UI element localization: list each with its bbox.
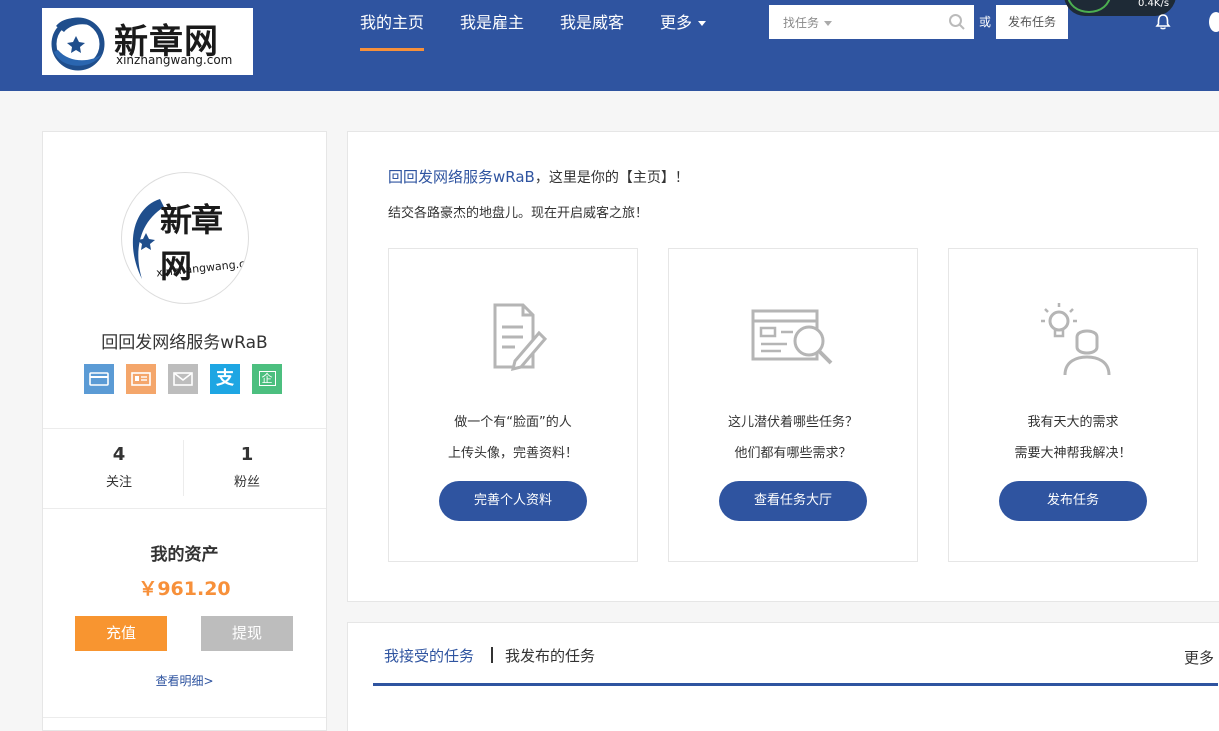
divider (43, 717, 326, 718)
nav-my-home[interactable]: 我的主页 (360, 13, 424, 33)
complete-profile-button[interactable]: 完善个人资料 (439, 481, 587, 521)
task-panel: 我接受的任务 我发布的任务 更多 (347, 622, 1219, 731)
business-license-icon[interactable]: 企 (252, 364, 282, 394)
chevron-down-icon (824, 21, 833, 26)
stat-following-label: 关注 (105, 475, 132, 490)
dragon-logo-icon (51, 17, 105, 71)
feature-card-post: 我有天大的需求 需要大神帮我解决！ 发布任务 (948, 248, 1198, 562)
view-details-link[interactable]: 查看明细> (43, 672, 326, 689)
avatar[interactable]: 新章网 xinzhangwang.com (121, 172, 249, 304)
stat-following-value: 4 (112, 444, 126, 465)
alipay-icon[interactable]: 支 (210, 364, 240, 394)
search-type-select[interactable]: 找任务 (783, 14, 833, 31)
feature-line2: 他们都有哪些需求？ (734, 446, 852, 461)
logo-domain: xinzhangwang.com (116, 53, 233, 67)
withdraw-button[interactable]: 提现 (201, 616, 293, 651)
divider (43, 428, 326, 429)
post-task-button[interactable]: 发布任务 (996, 5, 1068, 39)
stat-following[interactable]: 4 关注 (49, 444, 189, 490)
welcome-panel: 回回发网络服务wRaB，这里是你的【主页】！ 结交各路豪杰的地盘儿。现在开启威客… (347, 131, 1219, 602)
task-search-icon (751, 309, 833, 365)
nav-more[interactable]: 更多 (660, 13, 707, 33)
divider (43, 508, 326, 509)
feature-line1: 我有天大的需求 (1027, 415, 1119, 430)
welcome-username[interactable]: 回回发网络服务wRaB (388, 168, 535, 186)
top-header: 新章网 xinzhangwang.com 我的主页 我是雇主 我是威客 更多 找… (0, 0, 1219, 91)
search-input[interactable]: 找任务 (769, 5, 974, 39)
search-icon[interactable] (948, 13, 966, 31)
assets-amount: ￥961.20 (138, 578, 231, 600)
tab-accepted-tasks[interactable]: 我接受的任务 (384, 645, 474, 666)
feature-card-profile: 做一个有“脸面”的人 上传头像，完善资料！ 完善个人资料 (388, 248, 638, 562)
more-link[interactable]: 更多 (1184, 647, 1214, 668)
feature-line2: 上传头像，完善资料！ (447, 446, 578, 461)
tab-posted-tasks[interactable]: 我发布的任务 (505, 645, 595, 666)
feature-line1: 这儿潜伏着哪些任务？ (727, 415, 858, 430)
nav-freelancer[interactable]: 我是威客 (560, 13, 624, 33)
bank-card-icon[interactable] (84, 364, 114, 394)
feature-line1: 做一个有“脸面”的人 (454, 415, 572, 430)
stat-followers-value: 1 (240, 444, 254, 465)
user-avatar-partial[interactable] (1209, 12, 1219, 32)
tab-underline (373, 683, 1218, 686)
idea-person-icon (1041, 303, 1111, 376)
auth-icons: 支 企 (84, 364, 284, 394)
stat-followers-label: 粉丝 (233, 475, 260, 490)
welcome-line: 回回发网络服务wRaB，这里是你的【主页】！ (388, 166, 689, 187)
feature-line2: 需要大神帮我解决！ (1014, 446, 1132, 461)
document-edit-icon (493, 303, 548, 372)
post-task-button[interactable]: 发布任务 (999, 481, 1147, 521)
assets-title: 我的资产 (150, 545, 219, 565)
nav-active-indicator (360, 48, 424, 51)
or-label: 或 (979, 15, 992, 29)
search-type-label: 找任务 (783, 16, 820, 30)
profile-username: 回回发网络服务wRaB (101, 333, 268, 353)
nav-more-label: 更多 (660, 13, 693, 32)
view-task-hall-button[interactable]: 查看任务大厅 (719, 481, 867, 521)
speed-gauge (1067, 0, 1111, 13)
business-license-glyph: 企 (258, 371, 276, 386)
chevron-down-icon (698, 21, 707, 26)
profile-card: 新章网 xinzhangwang.com 回回发网络服务wRaB 支 企 4 关… (42, 131, 327, 731)
email-icon[interactable] (168, 364, 198, 394)
welcome-suffix: ，这里是你的【主页】！ (534, 170, 689, 186)
recharge-button[interactable]: 充值 (75, 616, 167, 651)
tab-separator (491, 647, 493, 663)
feature-card-tasks: 这儿潜伏着哪些任务？ 他们都有哪些需求？ 查看任务大厅 (668, 248, 918, 562)
id-card-icon[interactable] (126, 364, 156, 394)
site-logo[interactable]: 新章网 xinzhangwang.com (42, 8, 253, 75)
welcome-subtitle: 结交各路豪杰的地盘儿。现在开启威客之旅！ (388, 206, 649, 221)
nav-employer[interactable]: 我是雇主 (460, 13, 524, 33)
speed-value: 0.4K/s (1138, 0, 1170, 9)
stat-followers[interactable]: 1 粉丝 (177, 444, 317, 490)
bell-icon[interactable] (1154, 13, 1172, 31)
